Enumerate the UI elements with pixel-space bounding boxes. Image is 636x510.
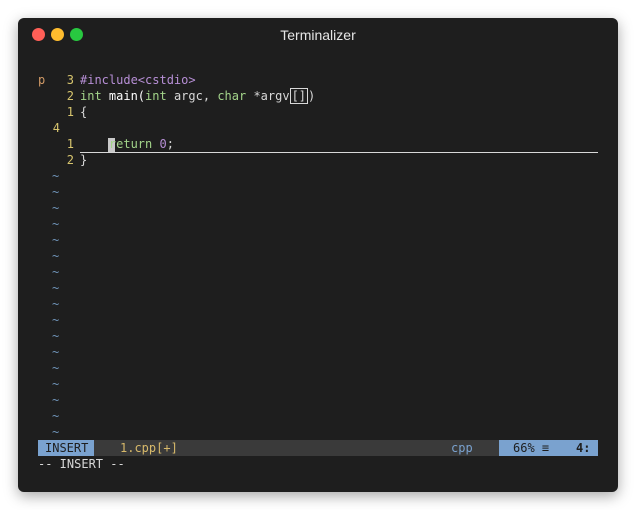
tilde-filler: ~ [52,185,60,199]
tilde-filler: ~ [52,233,60,247]
tilde-filler: ~ [52,425,60,439]
command-line[interactable]: -- INSERT -- [38,456,125,472]
file-type: cpp [451,441,473,455]
tilde-filler: ~ [52,313,60,327]
line-number: 1 [66,137,74,151]
tilde-filler: ~ [52,345,60,359]
scroll-percent: 66% ≡ [513,441,550,455]
title-bar: Terminalizer [18,18,618,52]
line-number: 3 [66,73,74,87]
vim-statusline: INSERT 1.cpp[+] cpp 66% ≡ 4: 5 [38,440,598,456]
code-text: return 0; [80,137,174,151]
tilde-filler: ~ [52,169,60,183]
window-title: Terminalizer [280,27,356,43]
tilde-filler: ~ [52,297,60,311]
tilde-filler: ~ [52,249,60,263]
code-text: #include<cstdio> [80,73,196,87]
tilde-filler: ~ [52,265,60,279]
mode-indicator: INSERT [38,440,95,456]
line-number: 2 [66,153,74,167]
line-count-icon: ≡ [541,441,550,455]
code-text: int main(int argc, char *argv[]) [80,88,316,104]
tilde-filler: ~ [52,281,60,295]
cursor-line-number: 4: [576,441,591,455]
cursor-line-underline [80,152,598,153]
code-text: { [80,105,88,119]
tilde-filler: ~ [52,217,60,231]
terminal-window: Terminalizer p 3 #include<cstdio> 2 int main… [18,18,618,492]
tilde-filler: ~ [52,393,60,407]
tilde-filler: ~ [52,361,60,375]
mark-indicator: p [38,73,46,87]
position-block: 66% ≡ 4: 5 [499,440,598,456]
tilde-filler: ~ [52,377,60,391]
line-number: 1 [66,105,74,119]
tilde-filler: ~ [52,329,60,343]
line-number: 4 [52,121,60,135]
tilde-filler: ~ [52,201,60,215]
file-name: 1.cpp[+] [120,441,178,455]
tilde-filler: ~ [52,409,60,423]
code-text: } [80,153,88,167]
line-number: 2 [66,89,74,103]
